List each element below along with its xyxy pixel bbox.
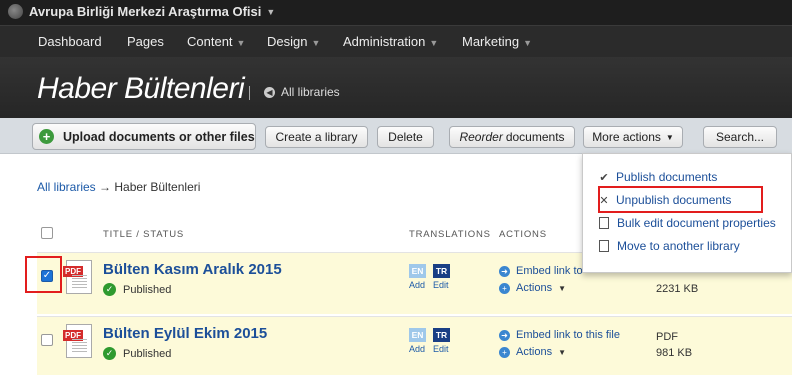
lang-tr-badge: TR xyxy=(433,328,450,342)
header-actions: ACTIONS xyxy=(499,229,547,240)
nav-administration[interactable]: Administration ▼ xyxy=(343,34,438,49)
page-title: Haber Bültenleri xyxy=(37,72,245,105)
file-lines xyxy=(72,339,87,353)
pdf-file-icon: PDF xyxy=(63,260,92,294)
delete-button[interactable]: Delete xyxy=(377,126,434,148)
chevron-down-icon: ▼ xyxy=(236,38,246,48)
nav-administration-label: Administration xyxy=(343,34,426,49)
translation-add-link[interactable]: Add xyxy=(409,280,425,290)
translation-edit-link[interactable]: Edit xyxy=(433,280,449,290)
status-label: Published xyxy=(123,283,172,296)
org-switcher[interactable]: Avrupa Birliği Merkezi Araştırma Ofisi ▼ xyxy=(8,4,275,19)
actions-dropdown[interactable]: + Actions ▼ xyxy=(499,346,566,358)
file-size: 2231 KB xyxy=(656,283,699,295)
lang-en-badge: EN xyxy=(409,328,426,342)
org-name: Avrupa Birliği Merkezi Araştırma Ofisi xyxy=(29,4,262,19)
translation-add-link[interactable]: Add xyxy=(409,344,425,354)
arrow-right-circle-icon: ➜ xyxy=(499,265,510,277)
highlight-checkbox xyxy=(25,256,62,293)
file-lines xyxy=(72,275,87,289)
globe-icon xyxy=(8,4,23,19)
arrow-right-circle-icon: ➜ xyxy=(499,329,510,341)
search-button[interactable]: Search... xyxy=(703,126,777,148)
checkmark-icon: ✔ xyxy=(599,171,609,184)
document-title-link[interactable]: Bülten Eylül Ekim 2015 xyxy=(103,325,267,342)
chevron-down-icon: ▼ xyxy=(665,132,674,142)
plus-icon: + xyxy=(39,129,54,144)
upload-button[interactable]: + Upload documents or other files xyxy=(32,123,256,150)
chevron-down-icon: ▼ xyxy=(558,347,566,357)
document-icon xyxy=(599,217,609,229)
nav-dashboard[interactable]: Dashboard xyxy=(38,34,102,49)
chevron-down-icon: ▼ xyxy=(523,38,532,48)
all-libraries-link[interactable]: ◀ All libraries xyxy=(264,85,340,99)
translation-edit-link[interactable]: Edit xyxy=(433,344,449,354)
check-circle-icon: ✓ xyxy=(103,347,116,360)
reorder-emphasis: Reorder xyxy=(459,130,503,144)
menu-item-label: Move to another library xyxy=(617,239,740,253)
actions-label: Actions xyxy=(516,282,553,294)
select-all-checkbox[interactable] xyxy=(41,227,53,239)
pdf-file-icon: PDF xyxy=(63,324,92,358)
status: ✓ Published xyxy=(103,347,171,360)
actions-label: Actions xyxy=(516,346,553,358)
breadcrumb-root-link[interactable]: All libraries xyxy=(37,180,96,194)
chevron-down-icon: ▼ xyxy=(266,6,276,17)
table-row: PDF Bülten Eylül Ekim 2015 ✓ Published E… xyxy=(37,316,792,375)
lang-tr-badge: TR xyxy=(433,264,450,278)
nav-content-label: Content xyxy=(187,34,233,49)
lang-en-badge: EN xyxy=(409,264,426,278)
menu-item-move[interactable]: Move to another library xyxy=(598,239,740,253)
main-nav: Dashboard Pages Content ▼ Design ▼ Adminis… xyxy=(0,25,792,57)
breadcrumb-current: Haber Bültenleri xyxy=(114,180,201,194)
chevron-down-icon: ▼ xyxy=(429,38,439,48)
embed-link-action[interactable]: ➜ Embed link to this file xyxy=(499,329,620,341)
nav-design-label: Design xyxy=(267,34,308,49)
plus-circle-icon: + xyxy=(499,346,510,358)
nav-pages[interactable]: Pages xyxy=(127,34,164,49)
toolbar: + Upload documents or other files Create… xyxy=(0,118,792,154)
actions-dropdown[interactable]: + Actions ▼ xyxy=(499,282,566,294)
menu-item-label: Bulk edit document properties xyxy=(617,216,776,230)
more-actions-menu: ✔ Publish documents ✕ Unpublish document… xyxy=(582,153,792,273)
header-title-status: TITLE / STATUS xyxy=(103,229,185,240)
embed-link-action[interactable]: ➜ Embed link to xyxy=(499,265,583,277)
more-actions-label: More actions xyxy=(592,130,661,144)
plus-circle-icon: + xyxy=(499,282,510,294)
embed-link-label: Embed link to this file xyxy=(516,329,620,341)
title-divider xyxy=(249,86,250,100)
nav-marketing-label: Marketing xyxy=(462,34,520,49)
menu-item-publish[interactable]: ✔ Publish documents xyxy=(598,170,717,184)
back-arrow-icon: ◀ xyxy=(264,86,275,98)
menu-item-bulk-edit[interactable]: Bulk edit document properties xyxy=(598,216,776,230)
file-size: 981 KB xyxy=(656,347,693,359)
nav-content[interactable]: Content ▼ xyxy=(187,34,245,49)
status-label: Published xyxy=(123,347,172,360)
embed-link-label: Embed link to xyxy=(516,265,583,277)
breadcrumb: All libraries → Haber Bültenleri xyxy=(37,180,200,194)
title-bar: Haber Bültenleri ◀ All libraries xyxy=(0,57,792,118)
chevron-down-icon: ▼ xyxy=(558,283,566,293)
nav-marketing[interactable]: Marketing ▼ xyxy=(462,34,532,49)
upload-label: Upload documents or other files xyxy=(63,129,255,144)
reorder-label: documents xyxy=(505,130,565,144)
highlight-unpublish xyxy=(598,186,763,213)
header-translations: TRANSLATIONS xyxy=(409,229,491,240)
nav-design[interactable]: Design ▼ xyxy=(267,34,320,49)
chevron-down-icon: ▼ xyxy=(311,38,321,48)
reorder-button[interactable]: Reorder documents xyxy=(449,126,575,148)
document-icon xyxy=(599,240,609,252)
all-libraries-label: All libraries xyxy=(281,85,340,99)
check-circle-icon: ✓ xyxy=(103,283,116,296)
breadcrumb-arrow: → xyxy=(95,180,115,194)
file-type: PDF xyxy=(656,331,678,343)
document-title-link[interactable]: Bülten Kasım Aralık 2015 xyxy=(103,261,282,278)
create-library-button[interactable]: Create a library xyxy=(265,126,368,148)
row-checkbox[interactable] xyxy=(41,334,53,346)
more-actions-button[interactable]: More actions ▼ xyxy=(583,126,683,148)
top-header: Avrupa Birliği Merkezi Araştırma Ofisi ▼ xyxy=(0,0,792,25)
menu-item-label: Publish documents xyxy=(616,170,718,184)
status: ✓ Published xyxy=(103,283,171,296)
